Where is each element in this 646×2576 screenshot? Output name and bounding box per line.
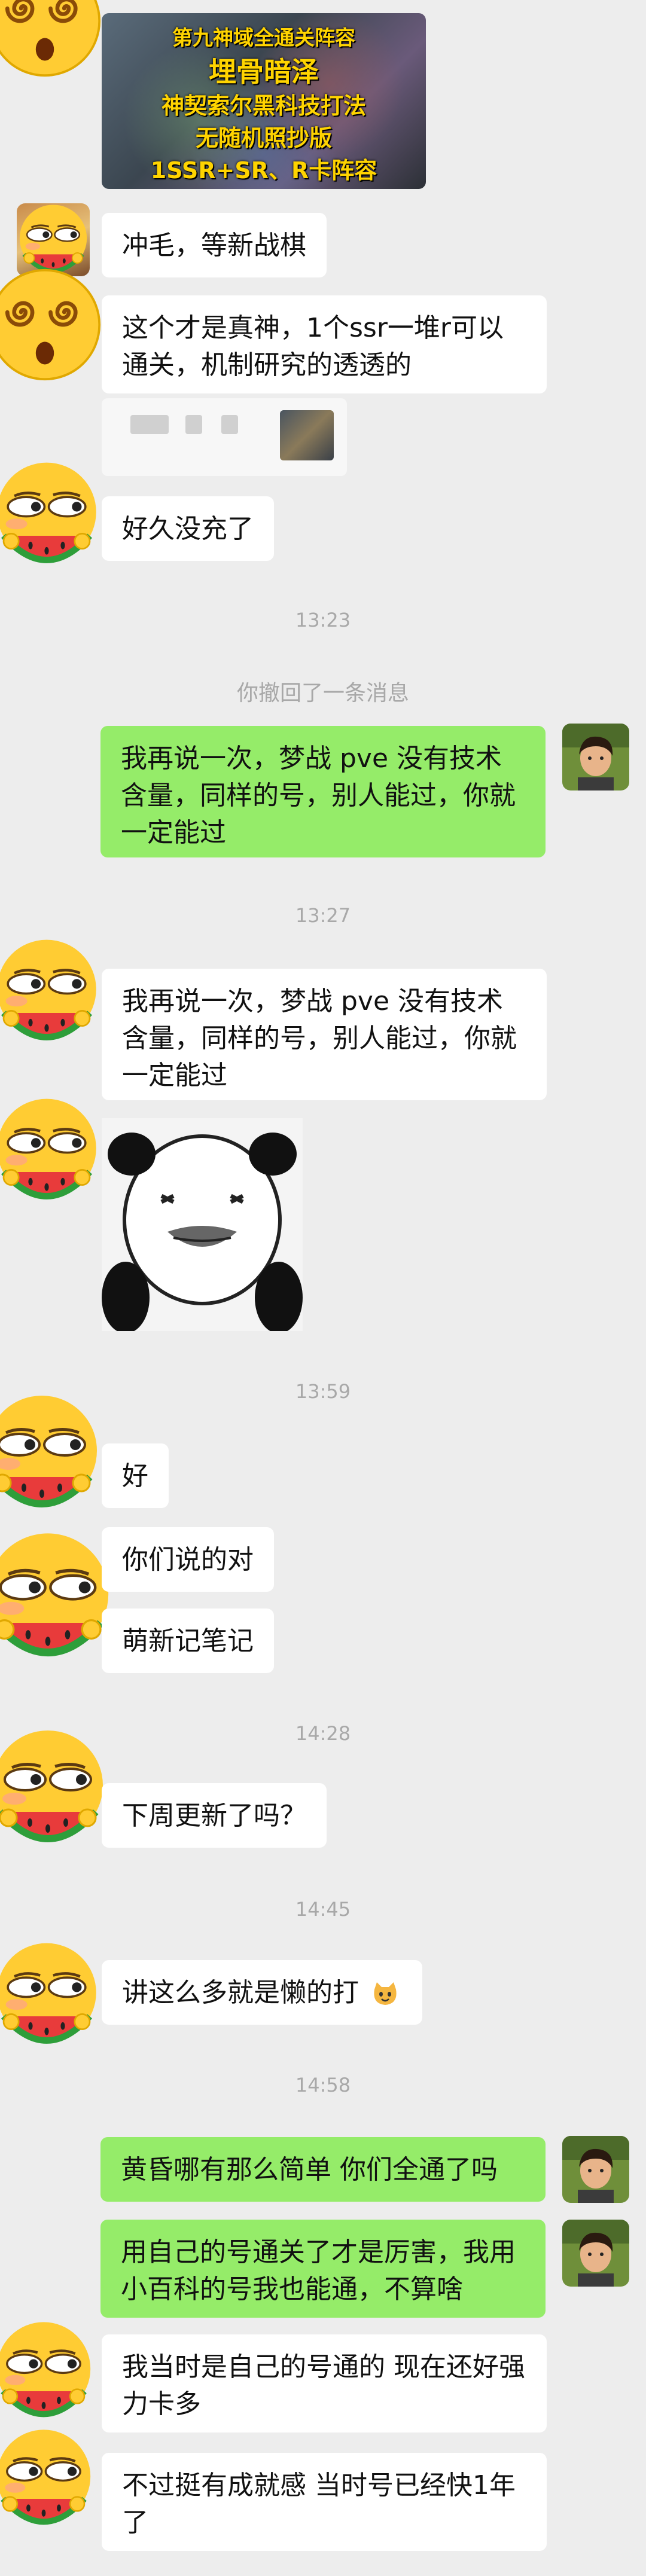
message-text: 我再说一次，梦战 pve 没有技术含量，同样的号，别人能过，你就一定能过	[121, 743, 516, 848]
message-text: 黄昏哪有那么简单 你们全通了吗	[121, 2154, 498, 2185]
message-bubble[interactable]: 我当时是自己的号通的 现在还好强力卡多	[102, 2334, 547, 2432]
message-bubble[interactable]: 好	[102, 1443, 169, 1508]
card-placeholder	[221, 415, 238, 434]
message-bubble[interactable]: 萌新记笔记	[102, 1609, 274, 1673]
video-thumb-title-line-2: 埋骨暗泽	[209, 56, 319, 88]
message-bubble[interactable]: 冲毛，等新战棋	[102, 213, 327, 277]
card-placeholder	[130, 415, 169, 434]
video-thumb-title-line-1: 第九神域全通关阵容	[172, 26, 355, 50]
card-placeholder	[185, 415, 202, 434]
message-bubble[interactable]: 下周更新了吗？	[102, 1783, 327, 1848]
sender-avatar-spiral[interactable]	[0, 0, 102, 78]
sender-avatar-melon[interactable]	[0, 1097, 100, 1204]
timestamp: 14:58	[295, 2074, 351, 2096]
sender-avatar-spiral[interactable]	[0, 268, 102, 381]
message-text: 我再说一次，梦战 pve 没有技术含量，同样的号，别人能过，你就一定能过	[122, 986, 517, 1091]
video-thumb-title-line-3: 神契索尔黑科技打法	[161, 93, 366, 119]
message-text: 下周更新了吗？	[122, 1800, 306, 1831]
sender-avatar-melon[interactable]	[0, 2428, 95, 2529]
message-bubble[interactable]: 我再说一次，梦战 pve 没有技术含量，同样的号，别人能过，你就一定能过	[102, 969, 547, 1100]
cat-emoji-icon	[371, 1980, 400, 2009]
video-thumb-title-line-5: 1SSR+SR、R卡阵容	[150, 157, 377, 184]
message-bubble[interactable]: 讲这么多就是懒的打	[102, 1960, 422, 2025]
message-text: 讲这么多就是懒的打	[122, 1977, 359, 2008]
panda-sticker[interactable]	[102, 1118, 303, 1333]
message-bubble[interactable]: 你们说的对	[102, 1527, 274, 1592]
message-bubble[interactable]: 这个才是真神，1个ssr一堆r可以通关，机制研究的透透的	[102, 295, 547, 393]
message-text: 好久没充了	[122, 514, 254, 544]
message-text: 好	[122, 1461, 148, 1491]
timestamp: 13:23	[295, 609, 351, 631]
panda-face-icon	[102, 1118, 303, 1333]
message-text: 这个才是真神，1个ssr一堆r可以通关，机制研究的透透的	[122, 313, 504, 380]
sender-avatar-melon[interactable]	[0, 2320, 95, 2422]
timestamp: 14:45	[295, 1898, 351, 1921]
sender-avatar-melon[interactable]	[0, 1728, 108, 1848]
my-avatar[interactable]	[562, 2220, 629, 2287]
my-avatar[interactable]	[562, 2136, 629, 2203]
sender-avatar-melon[interactable]	[0, 1531, 114, 1662]
video-thumbnail[interactable]: 第九神域全通关阵容 埋骨暗泽 神契索尔黑科技打法 无随机照抄版 1SSR+SR、…	[102, 13, 426, 189]
card-thumbnail	[280, 410, 334, 460]
video-thumb-title-line-4: 无随机照抄版	[195, 125, 332, 151]
message-text: 萌新记笔记	[122, 1626, 254, 1656]
message-text: 你们说的对	[122, 1545, 254, 1575]
recall-notice: 你撤回了一条消息	[236, 681, 409, 706]
message-text: 我当时是自己的号通的 现在还好强力卡多	[122, 2352, 525, 2419]
sender-avatar-melon[interactable]	[0, 1941, 100, 2049]
message-text: 冲毛，等新战棋	[122, 230, 306, 261]
timestamp: 13:27	[295, 904, 351, 927]
message-text: 用自己的号通关了才是厉害，我用小百科的号我也能通，不算啥	[121, 2237, 516, 2305]
message-bubble[interactable]: 不过挺有成就感 当时号已经快1年了	[102, 2453, 547, 2551]
sender-avatar-melon[interactable]	[0, 1393, 102, 1513]
my-avatar[interactable]	[562, 724, 629, 790]
message-bubble[interactable]: 好久没充了	[102, 496, 274, 561]
message-bubble-outgoing[interactable]: 我再说一次，梦战 pve 没有技术含量，同样的号，别人能过，你就一定能过	[100, 726, 546, 857]
sender-avatar-melon[interactable]	[0, 938, 100, 1045]
sender-avatar-melon[interactable]	[0, 460, 100, 568]
message-bubble-outgoing[interactable]: 用自己的号通关了才是厉害，我用小百科的号我也能通，不算啥	[100, 2220, 546, 2318]
shared-card[interactable]	[102, 398, 347, 476]
message-bubble-outgoing[interactable]: 黄昏哪有那么简单 你们全通了吗	[100, 2137, 546, 2202]
sender-avatar-game[interactable]	[17, 203, 90, 276]
message-text: 不过挺有成就感 当时号已经快1年了	[122, 2470, 516, 2538]
